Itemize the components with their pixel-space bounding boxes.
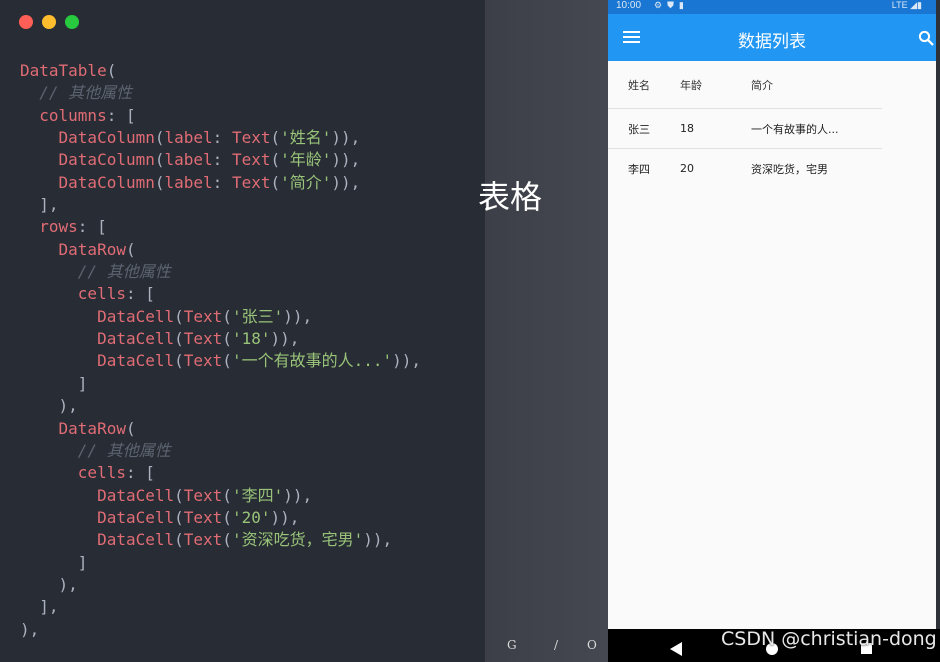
search-icon[interactable] xyxy=(918,30,934,46)
code-line: cells: [ xyxy=(77,284,155,304)
code-window: DataTable( // 其他属性 columns: [ DataColumn… xyxy=(0,0,485,662)
sd-card-icon: ▮ xyxy=(678,0,689,10)
code-line: // 其他属性 xyxy=(77,440,171,460)
cell-intro: 一个有故事的人... xyxy=(751,122,839,136)
status-time: 10:00 xyxy=(616,0,642,11)
code-line: DataCell(Text('20')), xyxy=(97,507,300,527)
code-line: ), xyxy=(20,619,40,639)
backdrop-footer-letter: O xyxy=(587,638,597,652)
backdrop-footer-letter: G xyxy=(507,638,517,652)
code-line: DataColumn(label: Text('姓名')), xyxy=(58,128,361,148)
zoom-window-button[interactable] xyxy=(65,15,79,29)
code-line: DataTable( xyxy=(20,61,117,80)
code-line: DataColumn(label: Text('年龄')), xyxy=(58,150,361,170)
app-bar: 数据列表 xyxy=(608,14,936,61)
cell-name: 李四 xyxy=(628,162,650,176)
code-line: cells: [ xyxy=(77,463,155,483)
column-header-intro[interactable]: 简介 xyxy=(751,61,882,109)
code-line: // 其他属性 xyxy=(77,262,171,282)
code-line: DataColumn(label: Text('简介')), xyxy=(58,172,361,192)
code-line: rows: [ xyxy=(39,217,107,237)
code-line: ], xyxy=(20,597,59,617)
cell-age: 20 xyxy=(680,162,694,175)
data-table: 姓名 年龄 简介 张三 18 一个有故事的人... 李四 20 资深吃货，宅男 xyxy=(608,61,882,188)
phone-edge xyxy=(936,0,940,662)
code-line: ] xyxy=(20,373,88,393)
table-row[interactable]: 张三 18 一个有故事的人... xyxy=(608,108,882,149)
battery-icon: ▮ xyxy=(917,0,922,10)
table-row[interactable]: 李四 20 资深吃货，宅男 xyxy=(608,148,882,189)
status-bar: 10:00 ⚙⛊▮ LTE ◢▮ xyxy=(608,0,936,14)
column-header-age[interactable]: 年龄 xyxy=(680,61,751,109)
code-line: DataCell(Text('李四')), xyxy=(97,485,313,505)
code-line: ), xyxy=(20,396,78,416)
backdrop-title: 表格 xyxy=(478,178,543,216)
shield-icon: ⛊ xyxy=(667,0,679,10)
code-line: DataCell(Text('资深吃货，宅男')), xyxy=(97,530,393,550)
code-line: DataRow( xyxy=(58,239,136,259)
close-window-button[interactable] xyxy=(19,15,33,29)
cell-age: 18 xyxy=(680,122,694,135)
network-indicator: LTE ◢▮ xyxy=(892,0,922,11)
column-header-name[interactable]: 姓名 xyxy=(608,61,680,109)
status-icons: ⚙⛊▮ xyxy=(654,0,689,11)
app-title: 数据列表 xyxy=(738,32,806,52)
minimize-window-button[interactable] xyxy=(42,15,56,29)
code-line: DataRow( xyxy=(58,418,136,438)
code-line: columns: [ xyxy=(39,105,136,125)
watermark: CSDN @christian-dong xyxy=(721,628,937,650)
backdrop xyxy=(485,0,608,662)
table-header-row: 姓名 年龄 简介 xyxy=(608,61,882,109)
backdrop-footer-letter: / xyxy=(554,638,559,652)
cell-name: 张三 xyxy=(628,122,650,136)
network-type: LTE xyxy=(891,0,908,10)
code-line: ] xyxy=(20,552,88,572)
code-line: DataCell(Text('18')), xyxy=(97,329,300,349)
code-line: DataCell(Text('张三')), xyxy=(97,306,313,326)
back-icon[interactable] xyxy=(670,642,682,656)
phone-screen: 10:00 ⚙⛊▮ LTE ◢▮ 数据列表 姓名 年龄 简介 张三 18 一个有… xyxy=(608,0,936,662)
cell-intro: 资深吃货，宅男 xyxy=(751,162,828,176)
code-block: DataTable( // 其他属性 columns: [ DataColumn… xyxy=(20,60,421,641)
window-controls xyxy=(19,15,79,29)
code-line: DataCell(Text('一个有故事的人...')), xyxy=(97,351,422,371)
code-line: ), xyxy=(20,574,78,594)
code-line: ], xyxy=(20,195,59,215)
code-line: // 其他属性 xyxy=(39,83,133,103)
signal-icon: ◢ xyxy=(910,0,918,10)
settings-icon: ⚙ xyxy=(654,0,668,10)
